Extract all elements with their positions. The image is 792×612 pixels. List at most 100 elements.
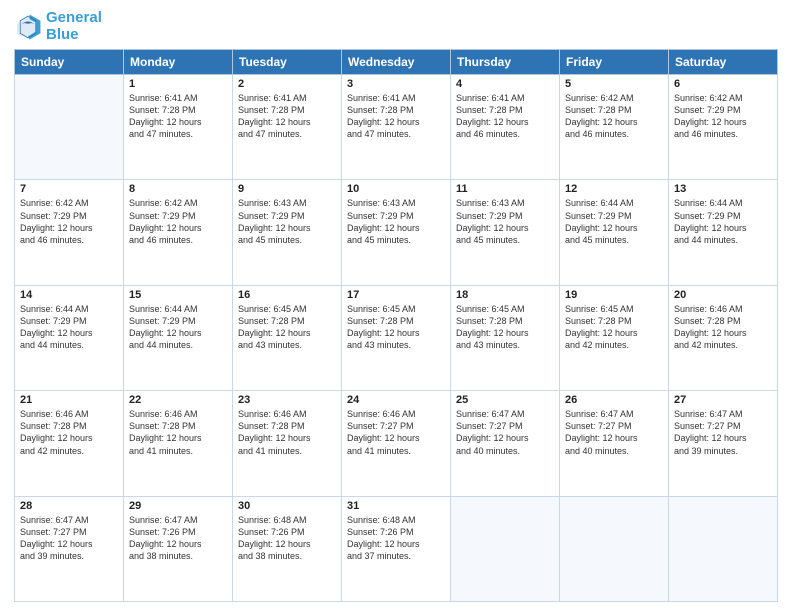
day-number: 24 (347, 394, 445, 406)
calendar-cell: 10 Sunrise: 6:43 AM Sunset: 7:29 PM Dayli… (342, 180, 451, 285)
calendar-table: SundayMondayTuesdayWednesdayThursdayFrid… (14, 49, 778, 602)
calendar-cell: 27 Sunrise: 6:47 AM Sunset: 7:27 PM Dayli… (669, 391, 778, 496)
calendar-cell: 21 Sunrise: 6:46 AM Sunset: 7:28 PM Dayli… (15, 391, 124, 496)
day-info: Sunrise: 6:42 AM Sunset: 7:28 PM Dayligh… (565, 92, 663, 141)
week-row-1: 7 Sunrise: 6:42 AM Sunset: 7:29 PM Daylig… (15, 180, 778, 285)
header: General Blue (14, 10, 778, 43)
day-number: 23 (238, 394, 336, 406)
day-number: 16 (238, 289, 336, 301)
calendar-cell (451, 496, 560, 601)
logo-text: General Blue (46, 10, 102, 43)
day-info: Sunrise: 6:46 AM Sunset: 7:28 PM Dayligh… (20, 408, 118, 457)
day-number: 15 (129, 289, 227, 301)
day-header-sunday: Sunday (15, 50, 124, 75)
calendar-cell: 4 Sunrise: 6:41 AM Sunset: 7:28 PM Daylig… (451, 75, 560, 180)
day-header-wednesday: Wednesday (342, 50, 451, 75)
day-info: Sunrise: 6:43 AM Sunset: 7:29 PM Dayligh… (238, 197, 336, 246)
day-number: 30 (238, 500, 336, 512)
calendar-cell: 28Sunrise: 6:47 AM Sunset: 7:27 PM Dayli… (15, 496, 124, 601)
week-row-0: 1 Sunrise: 6:41 AM Sunset: 7:28 PM Daylig… (15, 75, 778, 180)
day-header-saturday: Saturday (669, 50, 778, 75)
day-info: Sunrise: 6:41 AM Sunset: 7:28 PM Dayligh… (456, 92, 554, 141)
calendar-cell: 29Sunrise: 6:47 AM Sunset: 7:26 PM Dayli… (124, 496, 233, 601)
calendar-cell: 12Sunrise: 6:44 AM Sunset: 7:29 PM Dayli… (560, 180, 669, 285)
week-row-2: 14 Sunrise: 6:44 AM Sunset: 7:29 PM Dayli… (15, 285, 778, 390)
day-info: Sunrise: 6:42 AM Sunset: 7:29 PM Dayligh… (20, 197, 118, 246)
calendar-cell: 24Sunrise: 6:46 AM Sunset: 7:27 PM Dayli… (342, 391, 451, 496)
day-info: Sunrise: 6:47 AM Sunset: 7:26 PM Dayligh… (129, 514, 227, 563)
calendar-cell: 6 Sunrise: 6:42 AM Sunset: 7:29 PM Daylig… (669, 75, 778, 180)
week-row-3: 21 Sunrise: 6:46 AM Sunset: 7:28 PM Dayli… (15, 391, 778, 496)
day-number: 1 (129, 78, 227, 90)
day-info: Sunrise: 6:45 AM Sunset: 7:28 PM Dayligh… (347, 303, 445, 352)
day-info: Sunrise: 6:48 AM Sunset: 7:26 PM Dayligh… (347, 514, 445, 563)
calendar-cell: 8 Sunrise: 6:42 AM Sunset: 7:29 PM Daylig… (124, 180, 233, 285)
calendar-cell: 17 Sunrise: 6:45 AM Sunset: 7:28 PM Dayli… (342, 285, 451, 390)
calendar-cell: 31 Sunrise: 6:48 AM Sunset: 7:26 PM Dayli… (342, 496, 451, 601)
day-number: 2 (238, 78, 336, 90)
day-info: Sunrise: 6:47 AM Sunset: 7:27 PM Dayligh… (456, 408, 554, 457)
calendar-cell: 16 Sunrise: 6:45 AM Sunset: 7:28 PM Dayli… (233, 285, 342, 390)
calendar-cell: 20 Sunrise: 6:46 AM Sunset: 7:28 PM Dayli… (669, 285, 778, 390)
day-info: Sunrise: 6:41 AM Sunset: 7:28 PM Dayligh… (238, 92, 336, 141)
calendar-cell: 11Sunrise: 6:43 AM Sunset: 7:29 PM Dayli… (451, 180, 560, 285)
calendar-cell: 13 Sunrise: 6:44 AM Sunset: 7:29 PM Dayli… (669, 180, 778, 285)
calendar-cell: 25 Sunrise: 6:47 AM Sunset: 7:27 PM Dayli… (451, 391, 560, 496)
day-number: 6 (674, 78, 772, 90)
day-number: 27 (674, 394, 772, 406)
day-number: 31 (347, 500, 445, 512)
day-number: 26 (565, 394, 663, 406)
day-number: 20 (674, 289, 772, 301)
day-info: Sunrise: 6:42 AM Sunset: 7:29 PM Dayligh… (129, 197, 227, 246)
calendar-cell: 5 Sunrise: 6:42 AM Sunset: 7:28 PM Daylig… (560, 75, 669, 180)
day-number: 4 (456, 78, 554, 90)
logo: General Blue (14, 10, 102, 43)
calendar-cell (669, 496, 778, 601)
day-number: 25 (456, 394, 554, 406)
day-number: 12 (565, 183, 663, 195)
day-number: 10 (347, 183, 445, 195)
day-info: Sunrise: 6:44 AM Sunset: 7:29 PM Dayligh… (129, 303, 227, 352)
day-info: Sunrise: 6:41 AM Sunset: 7:28 PM Dayligh… (347, 92, 445, 141)
day-info: Sunrise: 6:41 AM Sunset: 7:28 PM Dayligh… (129, 92, 227, 141)
page: General Blue SundayMondayTuesdayWednesda… (0, 0, 792, 612)
day-info: Sunrise: 6:44 AM Sunset: 7:29 PM Dayligh… (674, 197, 772, 246)
day-number: 5 (565, 78, 663, 90)
day-header-tuesday: Tuesday (233, 50, 342, 75)
day-number: 9 (238, 183, 336, 195)
day-number: 13 (674, 183, 772, 195)
calendar-cell: 7 Sunrise: 6:42 AM Sunset: 7:29 PM Daylig… (15, 180, 124, 285)
day-info: Sunrise: 6:47 AM Sunset: 7:27 PM Dayligh… (674, 408, 772, 457)
calendar-cell: 9 Sunrise: 6:43 AM Sunset: 7:29 PM Daylig… (233, 180, 342, 285)
calendar-cell: 3 Sunrise: 6:41 AM Sunset: 7:28 PM Daylig… (342, 75, 451, 180)
calendar-cell: 23Sunrise: 6:46 AM Sunset: 7:28 PM Dayli… (233, 391, 342, 496)
day-info: Sunrise: 6:45 AM Sunset: 7:28 PM Dayligh… (565, 303, 663, 352)
day-header-monday: Monday (124, 50, 233, 75)
day-info: Sunrise: 6:45 AM Sunset: 7:28 PM Dayligh… (456, 303, 554, 352)
day-number: 3 (347, 78, 445, 90)
day-number: 14 (20, 289, 118, 301)
day-number: 19 (565, 289, 663, 301)
day-number: 18 (456, 289, 554, 301)
day-number: 21 (20, 394, 118, 406)
calendar-cell: 1 Sunrise: 6:41 AM Sunset: 7:28 PM Daylig… (124, 75, 233, 180)
day-info: Sunrise: 6:44 AM Sunset: 7:29 PM Dayligh… (20, 303, 118, 352)
day-header-friday: Friday (560, 50, 669, 75)
day-info: Sunrise: 6:48 AM Sunset: 7:26 PM Dayligh… (238, 514, 336, 563)
week-row-4: 28Sunrise: 6:47 AM Sunset: 7:27 PM Dayli… (15, 496, 778, 601)
calendar-cell: 30 Sunrise: 6:48 AM Sunset: 7:26 PM Dayli… (233, 496, 342, 601)
calendar-cell: 15 Sunrise: 6:44 AM Sunset: 7:29 PM Dayli… (124, 285, 233, 390)
day-info: Sunrise: 6:45 AM Sunset: 7:28 PM Dayligh… (238, 303, 336, 352)
calendar-cell: 14 Sunrise: 6:44 AM Sunset: 7:29 PM Dayli… (15, 285, 124, 390)
day-info: Sunrise: 6:43 AM Sunset: 7:29 PM Dayligh… (347, 197, 445, 246)
day-info: Sunrise: 6:42 AM Sunset: 7:29 PM Dayligh… (674, 92, 772, 141)
calendar-cell: 26Sunrise: 6:47 AM Sunset: 7:27 PM Dayli… (560, 391, 669, 496)
day-number: 17 (347, 289, 445, 301)
day-number: 7 (20, 183, 118, 195)
day-number: 8 (129, 183, 227, 195)
day-info: Sunrise: 6:46 AM Sunset: 7:28 PM Dayligh… (674, 303, 772, 352)
day-info: Sunrise: 6:46 AM Sunset: 7:28 PM Dayligh… (129, 408, 227, 457)
calendar-cell (15, 75, 124, 180)
day-info: Sunrise: 6:47 AM Sunset: 7:27 PM Dayligh… (20, 514, 118, 563)
day-info: Sunrise: 6:43 AM Sunset: 7:29 PM Dayligh… (456, 197, 554, 246)
